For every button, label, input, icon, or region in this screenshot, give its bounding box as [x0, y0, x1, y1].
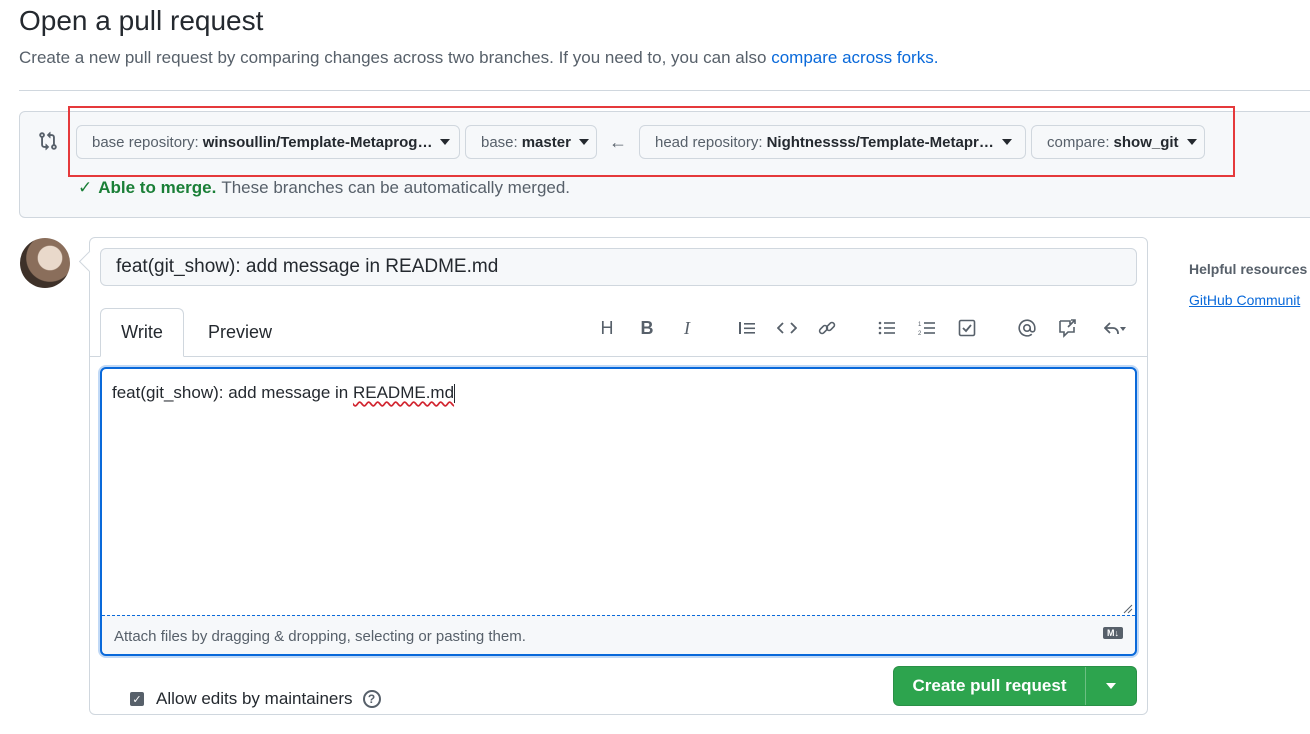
heading-icon: H	[600, 317, 614, 338]
highlight-annotation	[68, 106, 1235, 177]
avatar[interactable]	[20, 238, 70, 288]
link-button[interactable]	[815, 316, 839, 340]
markdown-icon[interactable]: M↓	[1103, 627, 1123, 639]
bold-icon: B	[640, 317, 654, 338]
code-icon	[777, 322, 797, 334]
create-pull-request-button[interactable]: Create pull request	[894, 667, 1086, 705]
mention-icon	[1018, 319, 1036, 337]
pr-body-prefix: feat(git_show): add message in	[112, 383, 353, 402]
pr-title-input[interactable]	[100, 248, 1137, 286]
git-compare-icon	[39, 131, 57, 151]
text-cursor	[454, 384, 456, 404]
divider	[19, 90, 1310, 91]
create-pull-request-button-group: Create pull request	[893, 666, 1137, 706]
mention-button[interactable]	[1015, 316, 1039, 340]
github-community-link[interactable]: GitHub Communit	[1189, 292, 1300, 308]
italic-button[interactable]: I	[675, 316, 699, 340]
cross-reference-icon	[1059, 319, 1076, 338]
merge-ok-text: Able to merge.	[98, 178, 217, 197]
merge-message: These branches can be automatically merg…	[221, 178, 571, 197]
file-attachment-bar[interactable]: Attach files by dragging & dropping, sel…	[102, 615, 1135, 654]
merge-status: ✓ Able to merge. These branches can be a…	[78, 178, 570, 198]
task-list-icon	[958, 319, 976, 337]
unordered-list-button[interactable]	[875, 316, 899, 340]
heading-button[interactable]: H	[595, 316, 619, 340]
list-ordered-icon: 12	[918, 322, 935, 336]
pr-body-text: feat(git_show): add message in README.md	[112, 383, 456, 404]
quote-button[interactable]	[735, 316, 759, 340]
resize-handle-icon[interactable]	[1123, 604, 1133, 614]
reference-button[interactable]	[1055, 316, 1079, 340]
compare-across-forks-link[interactable]: compare across forks.	[771, 48, 938, 67]
list-unordered-icon	[878, 321, 895, 335]
question-icon[interactable]: ?	[362, 690, 381, 708]
page-subtitle: Create a new pull request by comparing c…	[19, 48, 938, 68]
subtitle-text: Create a new pull request by comparing c…	[19, 48, 772, 67]
bold-button[interactable]: B	[635, 316, 659, 340]
svg-text:1: 1	[918, 322, 922, 328]
italic-icon: I	[684, 317, 690, 338]
task-list-button[interactable]	[955, 316, 979, 340]
quote-icon	[739, 322, 755, 334]
saved-replies-button[interactable]	[1097, 316, 1133, 340]
create-options-dropdown[interactable]	[1086, 667, 1136, 705]
check-icon: ✓	[78, 178, 93, 197]
svg-text:2: 2	[918, 331, 922, 336]
ordered-list-button[interactable]: 12	[915, 316, 939, 340]
link-icon	[818, 321, 836, 335]
tab-write[interactable]: Write	[100, 308, 184, 357]
allow-edits-checkbox[interactable]: ✓	[130, 692, 144, 706]
allow-edits-option: ✓ Allow edits by maintainers ?	[130, 689, 381, 709]
tab-preview[interactable]: Preview	[195, 308, 285, 357]
page-title: Open a pull request	[19, 5, 264, 36]
pr-body-misspelled-word: README.md	[352, 383, 455, 402]
chevron-down-icon	[1106, 683, 1116, 689]
pr-body-textarea[interactable]: feat(git_show): add message in README.md…	[100, 367, 1137, 656]
attach-files-text: Attach files by dragging & dropping, sel…	[114, 628, 526, 645]
helpful-resources-heading: Helpful resources	[1189, 261, 1308, 277]
reply-icon	[1104, 322, 1126, 334]
allow-edits-label: Allow edits by maintainers	[156, 689, 353, 708]
code-button[interactable]	[775, 316, 799, 340]
